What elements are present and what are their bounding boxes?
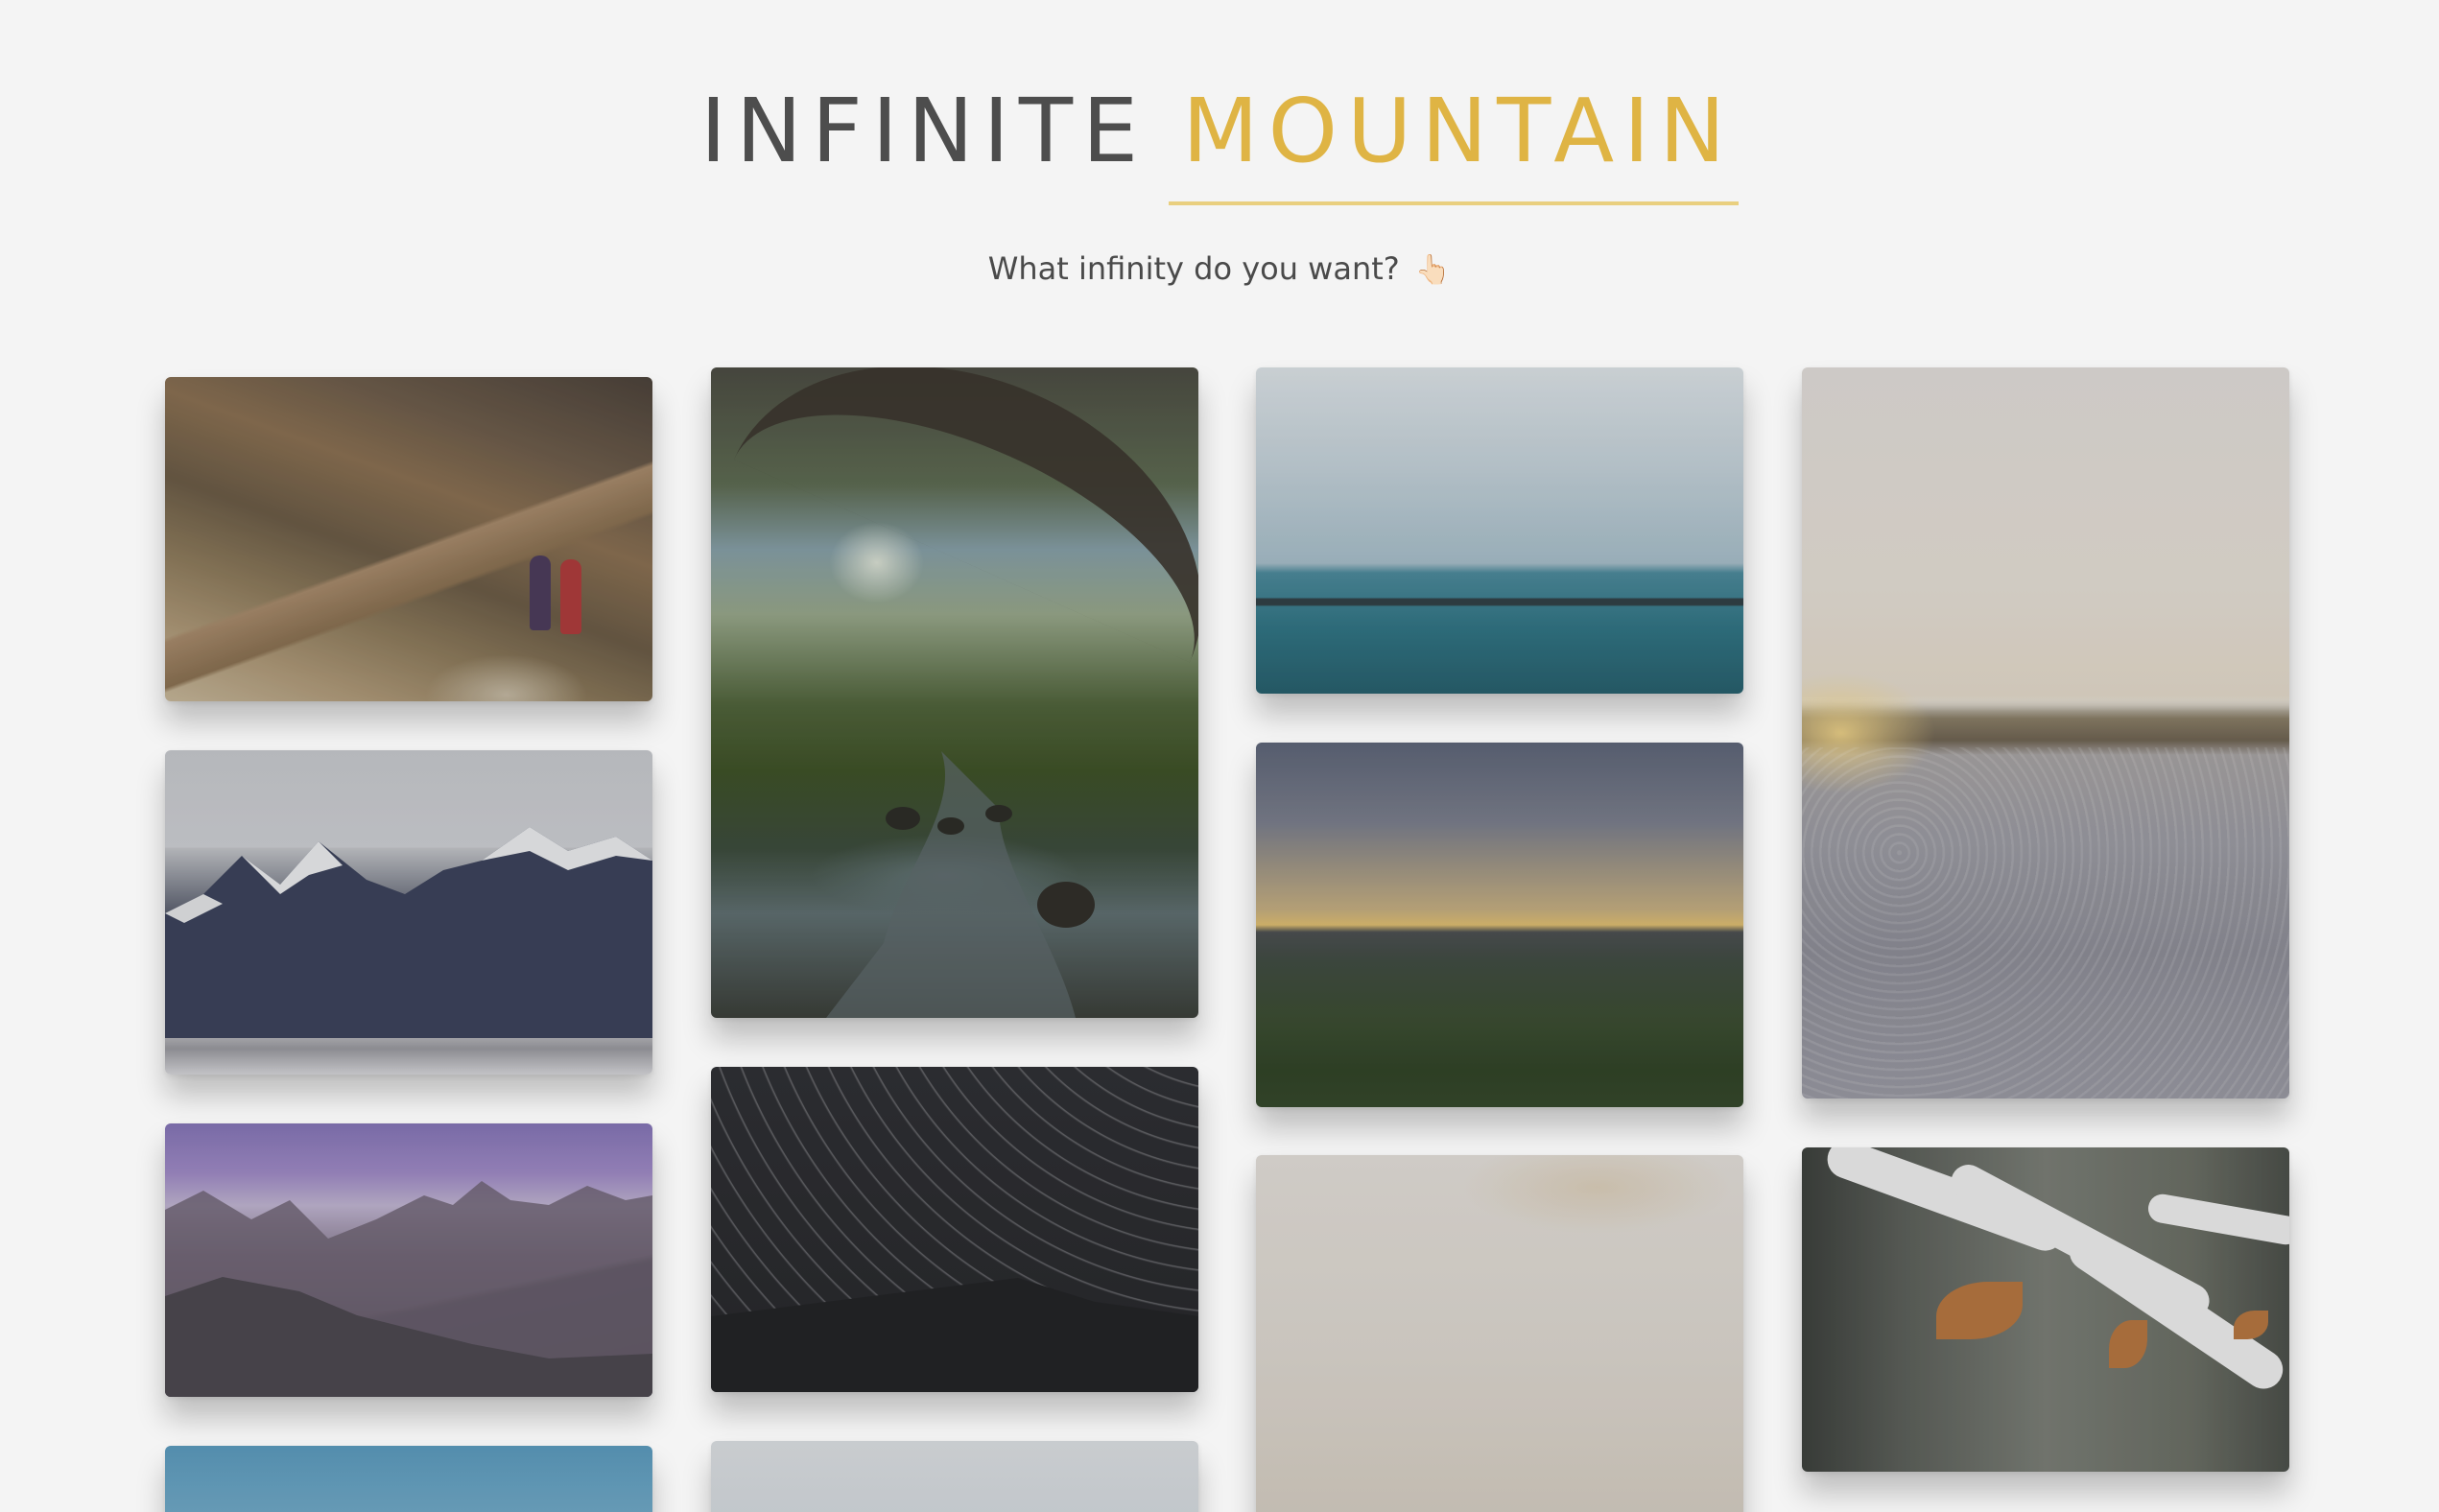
site-title-word-mountain[interactable]: MOUNTAIN <box>1169 69 1739 205</box>
photo-card-snowy-beach[interactable] <box>1802 367 2289 1099</box>
photo-overlay <box>711 1441 1198 1512</box>
photo-card-forest-river[interactable] <box>711 367 1198 1018</box>
photo-overlay <box>1256 743 1743 1107</box>
tagline: What infinity do you want? 👆🏻 <box>0 246 2439 294</box>
photo-card-town-sunset[interactable] <box>1256 743 1743 1107</box>
pointing-up-hand-icon: 👆🏻 <box>1414 253 1452 287</box>
photo-overlay <box>165 750 652 1075</box>
page: INFINITE MOUNTAIN What infinity do you wa… <box>0 0 2439 1512</box>
photo-overlay <box>1256 1155 1743 1512</box>
photo-overlay <box>1802 367 2289 1099</box>
photo-overlay <box>165 377 652 701</box>
photo-overlay <box>165 1446 652 1512</box>
photo-card-blue-sky[interactable] <box>165 1446 652 1512</box>
photo-card-hikers[interactable] <box>165 377 652 701</box>
photo-overlay <box>1256 367 1743 694</box>
photo-card-star-trails[interactable] <box>711 1067 1198 1392</box>
photo-card-purple-mountains[interactable] <box>165 1123 652 1397</box>
photo-card-sunset-beach[interactable] <box>1256 1155 1743 1512</box>
site-title: INFINITE MOUNTAIN <box>0 69 2439 205</box>
photo-overlay <box>711 367 1198 1018</box>
photo-card-snowy-mountains[interactable] <box>165 750 652 1075</box>
photo-overlay <box>711 1067 1198 1392</box>
photo-card-snowy-branch[interactable] <box>1802 1147 2289 1472</box>
site-title-word-infinite: INFINITE <box>699 80 1148 182</box>
photo-card-sea-rocks[interactable] <box>1256 367 1743 694</box>
photo-card-pale-sky[interactable] <box>711 1441 1198 1512</box>
photo-overlay <box>165 1123 652 1397</box>
photo-overlay <box>1802 1147 2289 1472</box>
tagline-text: What infinity do you want? <box>987 250 1400 287</box>
